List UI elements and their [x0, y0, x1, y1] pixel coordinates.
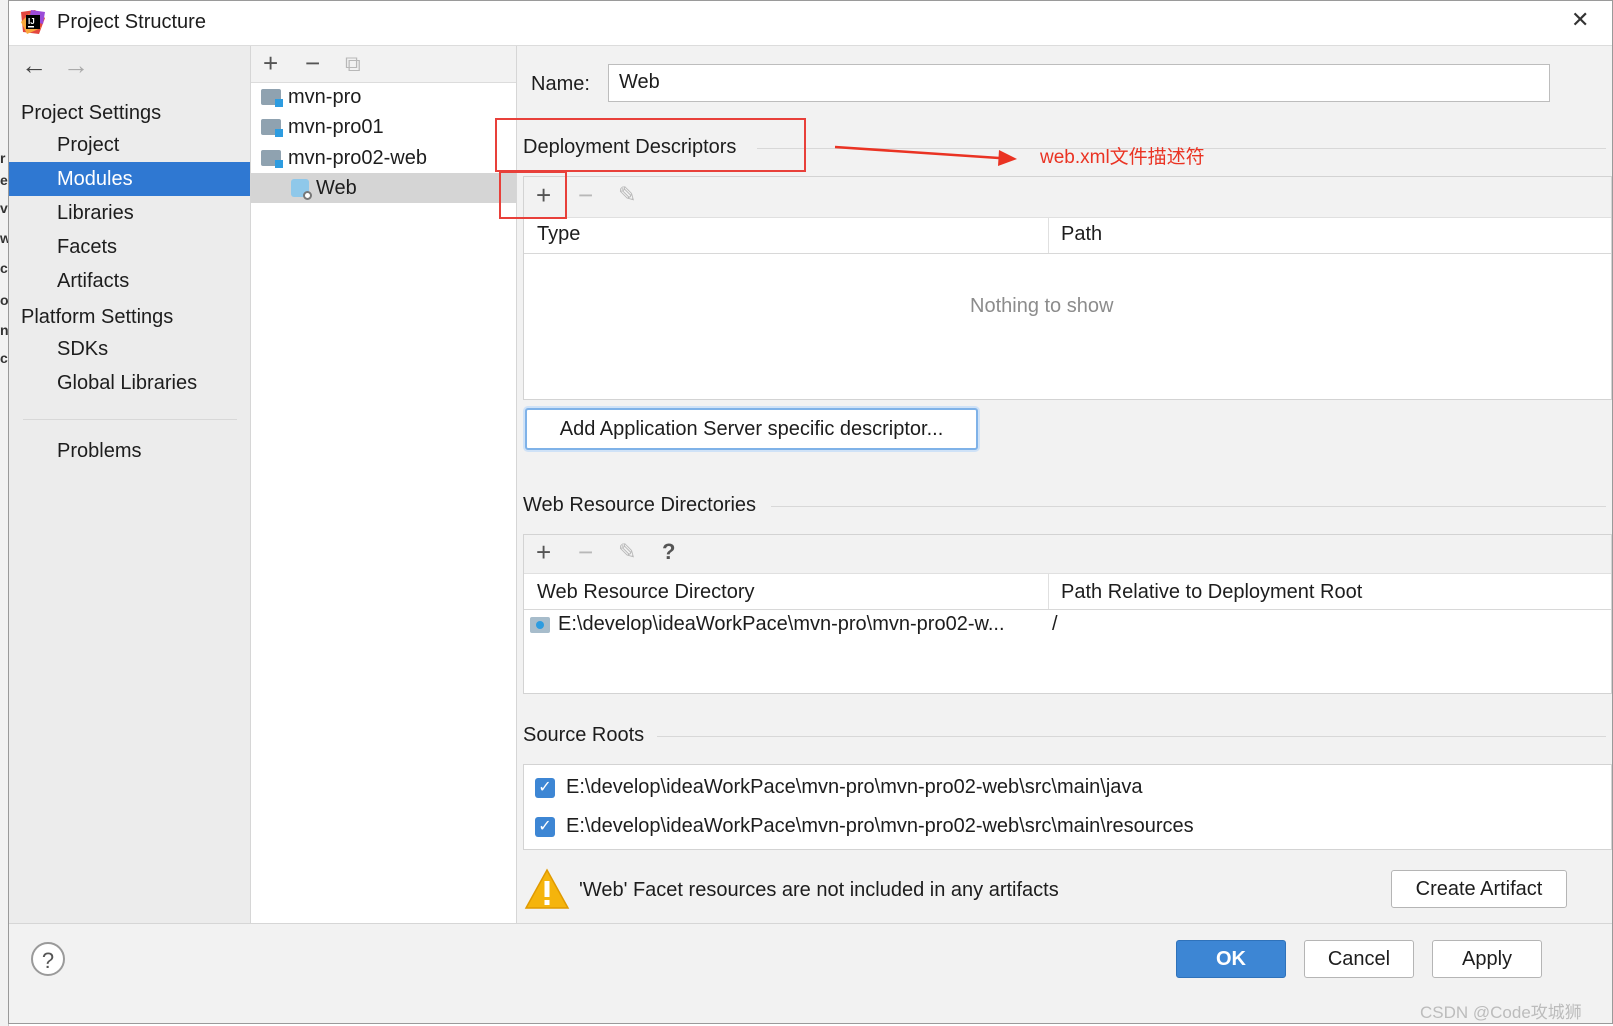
table-header-divider: [524, 609, 1611, 610]
web-folder-icon: [530, 617, 550, 633]
facet-name-field[interactable]: Web: [608, 64, 1550, 102]
cancel-button[interactable]: Cancel: [1304, 940, 1414, 978]
source-root-checkbox[interactable]: ✓: [535, 778, 555, 798]
nav-divider: [23, 419, 237, 420]
platform-settings-header: Platform Settings: [21, 306, 174, 328]
module-folder-icon: [261, 119, 283, 137]
name-label: Name:: [531, 73, 590, 95]
web-resource-directories-table: + − ✎ ? Web Resource Directory Path Rela…: [523, 534, 1612, 694]
web-facet-editor: Name: Web Deployment Descriptors web.xml…: [495, 46, 1612, 951]
tree-item-label: mvn-pro01: [288, 116, 384, 138]
nav-item-project[interactable]: Project: [9, 128, 250, 162]
apply-button[interactable]: Apply: [1432, 940, 1542, 978]
remove-descriptor-icon[interactable]: −: [578, 180, 593, 211]
tree-item-web-facet[interactable]: Web: [251, 173, 516, 203]
nav-item-sdks[interactable]: SDKs: [9, 332, 250, 366]
close-icon[interactable]: ✕: [1571, 7, 1589, 33]
source-root-path: E:\develop\ideaWorkPace\mvn-pro\mvn-pro0…: [566, 776, 1143, 798]
table-row[interactable]: E:\develop\ideaWorkPace\mvn-pro\mvn-pro0…: [524, 611, 1611, 641]
relative-path-cell: /: [1052, 613, 1058, 635]
nav-item-modules[interactable]: Modules: [9, 162, 250, 196]
column-header-path[interactable]: Path: [1061, 223, 1102, 246]
nav-item-libraries[interactable]: Libraries: [9, 196, 250, 230]
web-resource-directory-cell: E:\develop\ideaWorkPace\mvn-pro\mvn-pro0…: [558, 613, 1005, 635]
descriptors-toolbar: + − ✎: [524, 177, 1611, 218]
column-header-web-resource-directory[interactable]: Web Resource Directory: [537, 581, 754, 604]
annotation-highlight-box: [499, 171, 567, 219]
list-item[interactable]: ✓ E:\develop\ideaWorkPace\mvn-pro\mvn-pr…: [524, 810, 1611, 844]
nav-item-artifacts[interactable]: Artifacts: [9, 264, 250, 298]
tree-item-mvn-pro01[interactable]: mvn-pro01: [251, 112, 516, 142]
nav-item-problems[interactable]: Problems: [9, 434, 250, 468]
remove-web-resource-icon[interactable]: −: [578, 537, 593, 568]
list-item[interactable]: ✓ E:\develop\ideaWorkPace\mvn-pro\mvn-pr…: [524, 771, 1611, 805]
web-facet-icon: [291, 179, 312, 200]
column-header-type[interactable]: Type: [537, 223, 580, 246]
background-window-char: e: [0, 172, 8, 188]
module-toolbar: + − ⧉: [251, 46, 516, 83]
source-root-path: E:\develop\ideaWorkPace\mvn-pro\mvn-pro0…: [566, 815, 1194, 837]
ok-button[interactable]: OK: [1176, 940, 1286, 978]
settings-navigation: ← → Project Settings Project Modules Lib…: [9, 46, 251, 951]
edit-descriptor-icon[interactable]: ✎: [618, 182, 636, 208]
edit-web-resource-icon[interactable]: ✎: [618, 539, 636, 565]
column-divider: [1048, 573, 1049, 609]
table-header-divider: [524, 253, 1611, 254]
source-roots-list: ✓ E:\develop\ideaWorkPace\mvn-pro\mvn-pr…: [523, 764, 1612, 850]
module-folder-icon: [261, 89, 283, 107]
remove-module-icon[interactable]: −: [305, 48, 320, 79]
copy-module-icon[interactable]: ⧉: [345, 51, 361, 77]
help-question-icon[interactable]: ?: [662, 539, 675, 565]
warning-message: 'Web' Facet resources are not included i…: [579, 879, 1059, 901]
add-module-icon[interactable]: +: [263, 48, 278, 79]
tree-item-label: mvn-pro: [288, 86, 362, 108]
window-title: Project Structure: [57, 11, 206, 33]
add-web-resource-icon[interactable]: +: [536, 537, 551, 568]
svg-text:IJ: IJ: [28, 17, 35, 26]
section-divider: [657, 736, 1606, 737]
background-window-char: c: [0, 260, 8, 276]
add-server-descriptor-button[interactable]: Add Application Server specific descript…: [525, 408, 978, 450]
create-artifact-button[interactable]: Create Artifact: [1391, 870, 1567, 908]
annotation-arrow-icon: [834, 145, 1017, 166]
module-tree-pane: + − ⧉ mvn-pro mvn-pro01 mvn-pro02-web We…: [251, 46, 517, 951]
nav-item-facets[interactable]: Facets: [9, 230, 250, 264]
warning-icon: [524, 868, 570, 909]
web-resource-toolbar: + − ✎ ?: [524, 535, 1611, 574]
project-settings-header: Project Settings: [21, 102, 162, 124]
tree-item-mvn-pro[interactable]: mvn-pro: [251, 82, 516, 112]
source-roots-title: Source Roots: [523, 724, 645, 746]
column-header-path-relative[interactable]: Path Relative to Deployment Root: [1061, 581, 1362, 604]
module-folder-icon: [261, 150, 283, 168]
intellij-logo-icon: IJ: [21, 10, 45, 34]
background-window-char: c: [0, 350, 8, 366]
forward-arrow-icon[interactable]: →: [63, 50, 89, 81]
empty-table-message: Nothing to show: [970, 295, 1114, 317]
tree-item-label: Web: [316, 177, 357, 199]
back-arrow-icon[interactable]: ←: [21, 50, 47, 81]
project-structure-dialog: IJ Project Structure ✕ ← → Project Setti…: [8, 0, 1613, 1024]
source-root-checkbox[interactable]: ✓: [535, 817, 555, 837]
background-window-char: v: [0, 200, 8, 216]
column-divider: [1048, 217, 1049, 253]
section-divider: [771, 506, 1606, 507]
tree-item-label: mvn-pro02-web: [288, 147, 427, 169]
background-window-char: r: [0, 150, 6, 166]
annotation-label: web.xml文件描述符: [1040, 147, 1205, 168]
watermark: CSDN @Code攻城狮: [1420, 1003, 1582, 1022]
title-bar: IJ Project Structure ✕: [9, 1, 1612, 46]
tree-item-mvn-pro02-web[interactable]: mvn-pro02-web: [251, 143, 516, 173]
deployment-descriptors-table: + − ✎ Type Path Nothing to show: [523, 176, 1612, 400]
nav-item-global-libraries[interactable]: Global Libraries: [9, 366, 250, 400]
help-icon[interactable]: ?: [31, 942, 65, 976]
web-resource-directories-title: Web Resource Directories: [523, 494, 757, 516]
annotation-highlight-box: [495, 118, 806, 172]
dialog-footer: ? OK Cancel Apply: [9, 923, 1612, 1023]
